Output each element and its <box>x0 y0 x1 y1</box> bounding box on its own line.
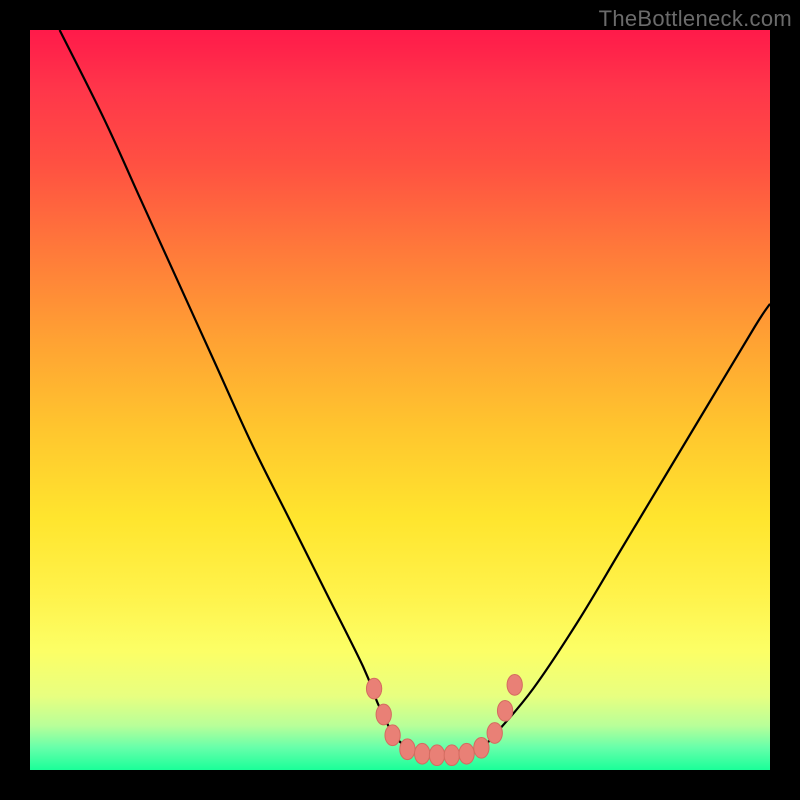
curve-markers <box>366 675 522 766</box>
curve-marker <box>487 723 502 744</box>
curve-marker <box>459 743 474 764</box>
chart-frame: TheBottleneck.com <box>0 0 800 800</box>
curve-marker <box>474 737 489 758</box>
curve-marker <box>497 700 512 721</box>
curve-svg <box>30 30 770 770</box>
curve-marker <box>366 678 381 699</box>
bottleneck-curve <box>60 30 770 756</box>
watermark-text: TheBottleneck.com <box>599 6 792 32</box>
curve-marker <box>507 675 522 696</box>
curve-marker <box>429 745 444 766</box>
curve-marker <box>444 745 459 766</box>
curve-marker <box>400 739 415 760</box>
plot-area <box>30 30 770 770</box>
curve-marker <box>415 743 430 764</box>
curve-marker <box>376 704 391 725</box>
curve-marker <box>385 725 400 746</box>
